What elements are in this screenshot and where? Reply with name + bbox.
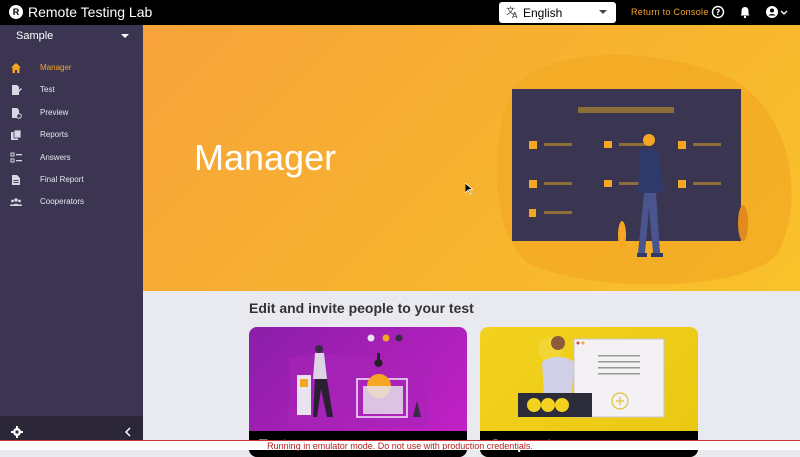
cooperators-card-illustration	[518, 336, 665, 418]
sidebar-item-final-report[interactable]: Final Report	[0, 170, 143, 192]
sidebar-item-manager[interactable]: Manager	[0, 58, 143, 80]
page-title: Manager	[194, 137, 337, 178]
sidebar-item-label: Cooperators	[40, 197, 85, 206]
sidebar-item-label: Preview	[40, 108, 69, 117]
checklist-icon	[10, 152, 22, 163]
project-select[interactable]: Sample	[0, 25, 143, 57]
account-icon[interactable]	[765, 5, 779, 19]
chevron-down-icon	[599, 10, 607, 14]
translate-icon: 文 A	[506, 5, 518, 19]
hero-banner: Manager	[143, 25, 800, 291]
return-to-console-link[interactable]: Return to Console	[631, 7, 709, 17]
test-card[interactable]: Test	[249, 327, 467, 457]
sidebar-item-label: Answers	[40, 153, 71, 162]
project-select-label: Sample	[16, 30, 54, 42]
home-icon	[11, 63, 21, 73]
chevron-down-icon	[121, 34, 129, 38]
svg-text:?: ?	[716, 8, 721, 17]
account-caret-icon[interactable]	[780, 5, 788, 19]
group-icon	[10, 198, 22, 206]
sidebar-item-cooperators[interactable]: Cooperators	[0, 192, 143, 214]
test-card-illustration	[289, 334, 429, 427]
preview-document-icon	[12, 108, 22, 119]
language-label: English	[523, 6, 563, 20]
cooperators-card[interactable]: Cooperators	[480, 327, 698, 457]
language-select[interactable]: 文 A English	[499, 2, 616, 23]
sidebar-item-label: Manager	[40, 63, 72, 72]
manager-illustration	[496, 54, 792, 285]
sidebar-item-label: Final Report	[40, 175, 84, 184]
sidebar-item-label: Reports	[40, 130, 69, 139]
help-icon[interactable]: ?	[711, 5, 725, 19]
settings-icon[interactable]	[11, 426, 23, 438]
sidebar-item-answers[interactable]: Answers	[0, 148, 143, 170]
notifications-icon[interactable]	[738, 5, 752, 19]
sidebar-item-test[interactable]: Test	[0, 80, 143, 102]
svg-text:A: A	[512, 11, 518, 19]
sidebar-item-preview[interactable]: Preview	[0, 103, 143, 125]
edit-document-icon	[12, 85, 22, 95]
sidebar-item-label: Test	[40, 85, 55, 94]
section-heading: Edit and invite people to your test	[249, 300, 474, 316]
main-content: Edit and invite people to your test Test	[143, 291, 800, 457]
reports-icon	[11, 129, 22, 140]
top-app-bar: R Remote Testing Lab 文 A English Return …	[0, 0, 800, 25]
mouse-cursor-icon	[465, 183, 473, 195]
app-logo-icon: R	[9, 5, 23, 19]
document-icon	[12, 175, 20, 185]
app-title[interactable]: Remote Testing Lab	[28, 4, 152, 20]
emulator-notice: Running in emulator mode. Do not use wit…	[0, 440, 800, 451]
chevron-left-icon[interactable]	[123, 427, 133, 437]
sidebar-item-reports[interactable]: Reports	[0, 125, 143, 147]
sidebar: Sample Manager Test Preview Reports Answ…	[0, 25, 143, 450]
